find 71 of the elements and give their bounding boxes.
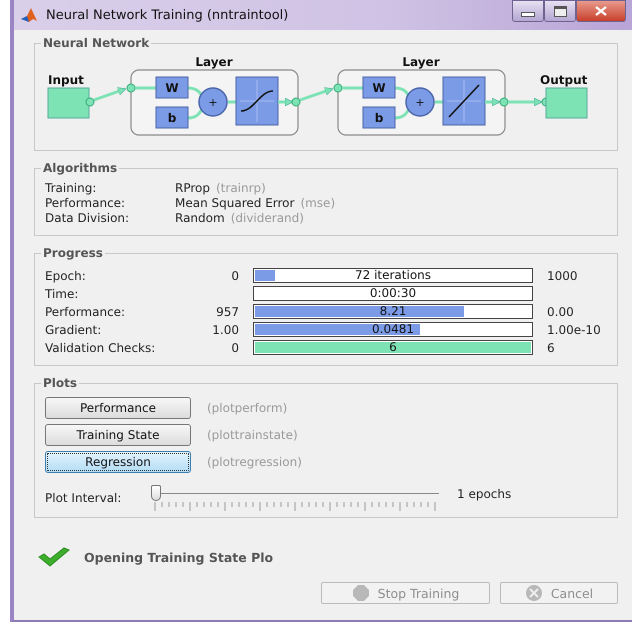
weight-block: W bbox=[362, 76, 396, 98]
plot-button[interactable]: Regression bbox=[45, 451, 191, 473]
close-icon bbox=[595, 6, 607, 16]
connector-arrow bbox=[300, 87, 334, 102]
connector-arrow bbox=[94, 87, 126, 102]
algorithm-name: Random bbox=[175, 211, 225, 225]
cancel-icon bbox=[524, 584, 543, 602]
connection-dot bbox=[126, 84, 136, 92]
connection-dot bbox=[334, 84, 342, 92]
plot-button[interactable]: Training State bbox=[45, 424, 191, 446]
group-title: Neural Network bbox=[42, 36, 150, 50]
output-label: Output bbox=[540, 73, 588, 87]
connector-arrow bbox=[278, 98, 294, 106]
bar-text: 8.21 bbox=[378, 305, 408, 318]
status-message: Opening Training State Plo bbox=[84, 550, 274, 564]
end-value: 6 bbox=[547, 340, 556, 354]
close-button[interactable] bbox=[576, 0, 626, 22]
bias-block: b bbox=[362, 106, 396, 128]
connection-dot bbox=[292, 98, 300, 106]
function-name: (trainrp) bbox=[216, 181, 266, 195]
bar-text: 72 iterations bbox=[354, 269, 432, 282]
input-node bbox=[48, 88, 90, 118]
start-value: 957 bbox=[215, 304, 239, 318]
group-title: Algorithms bbox=[42, 161, 118, 175]
bias-block: b bbox=[156, 106, 188, 128]
connection-dot bbox=[500, 98, 508, 106]
plot-button[interactable]: Performance bbox=[45, 397, 191, 419]
output-node bbox=[546, 88, 588, 118]
algorithm-name: Mean Squared Error bbox=[175, 196, 294, 210]
field-label: Performance: bbox=[45, 196, 126, 210]
function-name: (plotperform) bbox=[207, 401, 288, 415]
group-title: Progress bbox=[42, 246, 104, 260]
bar-text: 0.0481 bbox=[371, 323, 415, 336]
algorithm-name: RProp bbox=[175, 181, 210, 195]
field-label: Performance: bbox=[45, 304, 126, 318]
field-label: Validation Checks: bbox=[45, 340, 156, 354]
interval-slider[interactable] bbox=[151, 485, 439, 511]
layer-title: Layer bbox=[402, 55, 440, 69]
layer-title: Layer bbox=[195, 55, 233, 69]
function-name: (dividerand) bbox=[230, 211, 304, 225]
app-logo-icon bbox=[20, 7, 38, 23]
input-label: Input bbox=[48, 73, 84, 87]
field-label: Plot Interval: bbox=[45, 491, 122, 505]
minimize-button[interactable] bbox=[512, 0, 544, 22]
start-value: 0 bbox=[230, 268, 239, 282]
interval-reading: 1 epochs bbox=[457, 487, 512, 501]
field-label: Training: bbox=[45, 181, 98, 195]
sum-node: + bbox=[405, 87, 435, 117]
window-title: Neural Network Training (nntraintool) bbox=[46, 8, 288, 22]
end-value: 0.00 bbox=[547, 304, 575, 318]
connector-arrow bbox=[508, 98, 542, 106]
group-title: Plots bbox=[42, 376, 78, 390]
field-label: Data Division: bbox=[45, 211, 130, 225]
function-name: (mse) bbox=[300, 196, 336, 210]
end-value: 1.00e-10 bbox=[547, 322, 602, 336]
weight-block: W bbox=[156, 76, 188, 98]
start-value: 0 bbox=[230, 340, 239, 354]
end-value: 1000 bbox=[547, 268, 579, 282]
sum-node: + bbox=[198, 87, 228, 117]
function-name: (plottrainstate) bbox=[207, 428, 298, 442]
connector-arrow bbox=[485, 98, 500, 106]
field-label: Time: bbox=[45, 286, 80, 300]
function-name: (plotregression) bbox=[207, 455, 302, 469]
start-value: 1.00 bbox=[211, 322, 239, 336]
sigmoid-curve-icon bbox=[236, 76, 278, 126]
connection-dot bbox=[86, 98, 94, 106]
maximize-button[interactable] bbox=[544, 0, 576, 22]
stop-sign-icon bbox=[352, 584, 370, 602]
field-label: Gradient: bbox=[45, 322, 102, 336]
bar-text: 6 bbox=[388, 341, 398, 354]
field-label: Epoch: bbox=[45, 268, 87, 282]
